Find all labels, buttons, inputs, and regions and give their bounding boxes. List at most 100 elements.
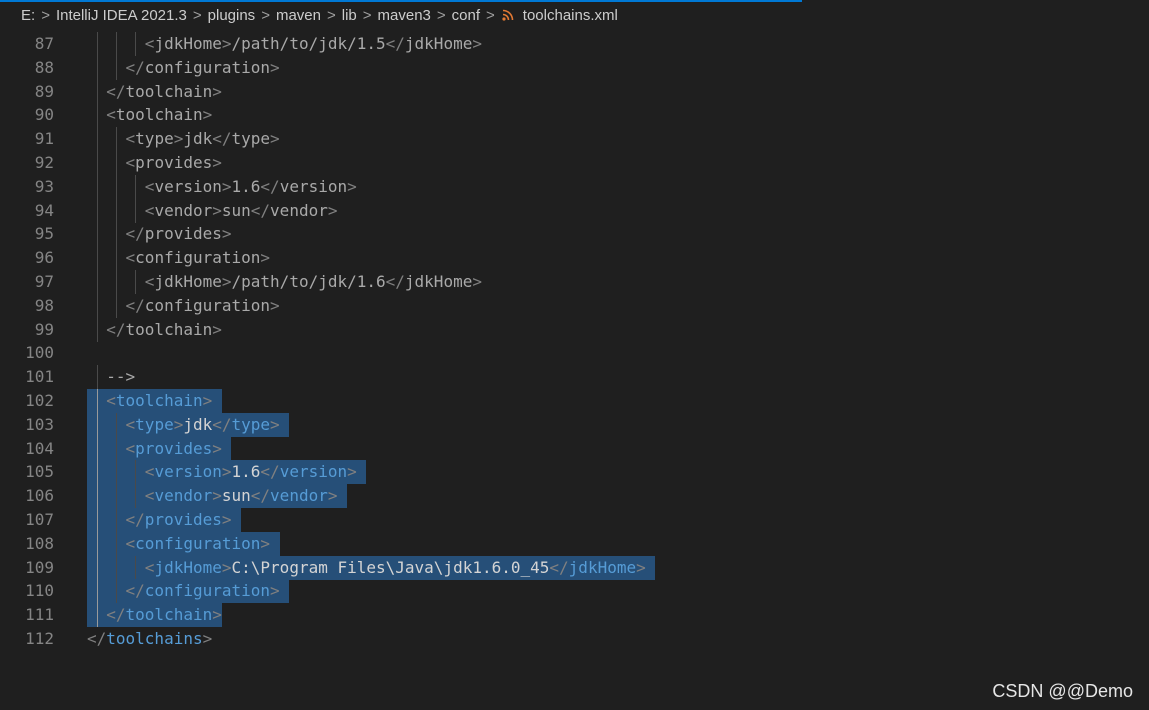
token-pun: < [125,248,136,268]
line-number: 87 [34,34,54,53]
code-line[interactable]: 109 <jdkHome>C:\Program Files\Java\jdk1.… [0,555,1149,580]
code-line[interactable]: 94 <vendor>sun</vendor> [0,198,1149,223]
code-line[interactable]: 110 </configuration> [0,579,1149,604]
token-plain: --> [106,367,136,387]
breadcrumb-item-lib[interactable]: lib [341,7,358,24]
token-plain: toolchain [115,105,203,125]
token-pun: > [221,176,232,196]
token-pun: > [212,153,222,172]
token-tag: toolchains [106,629,203,648]
token-tag: configuration [144,581,271,601]
line-number: 105 [25,462,54,482]
code-text: <toolchain> [87,103,212,127]
code-line[interactable]: 97 <jdkHome>/path/to/jdk/1.6</jdkHome> [0,270,1149,294]
code-line[interactable]: 100 [0,341,1149,365]
token-pun: </ [87,629,107,648]
token-pun: > [347,462,357,482]
line-number: 88 [34,57,54,77]
code-text: <version>1.6</version> [87,175,357,199]
line-number: 91 [34,129,54,149]
code-line[interactable]: 107 </provides> [0,508,1149,532]
code-line[interactable]: 102 <toolchain> [0,389,1149,413]
code-line[interactable]: 89 </toolchain> [0,79,1149,104]
code-line[interactable]: 95 </provides> [0,222,1149,247]
code-line[interactable]: 112 </toolchains> [0,627,1149,651]
code-text: </toolchains> [87,627,212,651]
code-line[interactable]: 103 <type>jdk</type> [0,412,1149,437]
code-line[interactable]: 106 <vendor>sun</vendor> [0,484,1149,509]
code-editor[interactable]: 87 <jdkHome>/path/to/jdk/1.5</jdkHome> 88… [0,32,1149,710]
token-pun: > [221,224,232,244]
code-line[interactable]: 98 </configuration> [0,293,1149,318]
token-pun: </ [385,272,405,291]
token-plain: version [279,176,348,196]
breadcrumb-item-maven3[interactable]: maven3 [377,7,432,24]
line-number: 97 [34,272,54,291]
token-pun: > [260,248,271,268]
breadcrumb-item-drive[interactable]: E: [20,7,36,24]
token-pun: </ [250,200,271,220]
code-line[interactable]: 91 <type>jdk</type> [0,127,1149,152]
token-pun: < [125,414,136,434]
line-number: 101 [25,367,54,387]
line-number: 111 [25,605,54,625]
line-number: 90 [34,105,54,125]
token-plain: version [154,176,222,196]
code-text: <jdkHome>/path/to/jdk/1.5</jdkHome> [87,32,482,56]
token-plain: jdkHome [154,34,222,53]
code-line[interactable]: 90 <toolchain> [0,103,1149,128]
token-pun: > [472,34,482,53]
token-pun: < [144,176,155,196]
token-pun: > [270,581,280,601]
breadcrumb-item-conf[interactable]: conf [451,7,481,24]
token-plain: sun [221,200,251,220]
code-line[interactable]: 105 <version>1.6</version> [0,460,1149,485]
breadcrumb-item-plugins[interactable]: plugins [207,7,257,24]
token-pun: < [144,486,155,506]
token-pun: > [270,295,280,315]
token-pun: </ [549,557,569,577]
token-plain: toolchain [125,319,213,339]
token-pun: < [106,105,116,125]
code-line[interactable]: 101 --> [0,365,1149,390]
token-pun: </ [125,57,145,77]
code-line[interactable]: 93 <version>1.6</version> [0,174,1149,199]
breadcrumb-item-file[interactable]: toolchains.xml [522,7,619,24]
code-line[interactable]: 111 </toolchain> [0,603,1149,628]
code-line[interactable]: 104 <provides> [0,436,1149,461]
line-number: 93 [34,176,54,196]
code-line[interactable]: 96 <configuration> [0,246,1149,271]
token-pun: </ [106,605,126,625]
chevron-right-icon: > [192,6,202,24]
breadcrumb-item-intellij[interactable]: IntelliJ IDEA 2021.3 [55,7,188,24]
token-plain: jdkHome [154,272,222,291]
code-line[interactable]: 87 <jdkHome>/path/to/jdk/1.5</jdkHome> [0,32,1149,56]
breadcrumb-item-maven[interactable]: maven [275,7,322,24]
token-pun: < [125,533,136,553]
token-txt: sun [221,486,251,506]
code-line[interactable]: 99 </toolchain> [0,317,1149,342]
token-pun: > [221,462,232,482]
token-plain: configuration [135,248,261,268]
code-line[interactable]: 92 <provides> [0,151,1149,175]
token-plain: vendor [154,200,213,220]
line-number: 92 [34,153,54,172]
token-pun: > [202,105,213,125]
code-text: <jdkHome>C:\Program Files\Java\jdk1.6.0_… [87,556,646,580]
code-line[interactable]: 88 </configuration> [0,55,1149,80]
token-pun: > [636,557,646,577]
token-pun: </ [125,224,145,244]
token-plain: type [231,129,271,149]
code-line[interactable]: 108 <configuration> [0,531,1149,556]
code-text: </configuration> [87,56,280,80]
